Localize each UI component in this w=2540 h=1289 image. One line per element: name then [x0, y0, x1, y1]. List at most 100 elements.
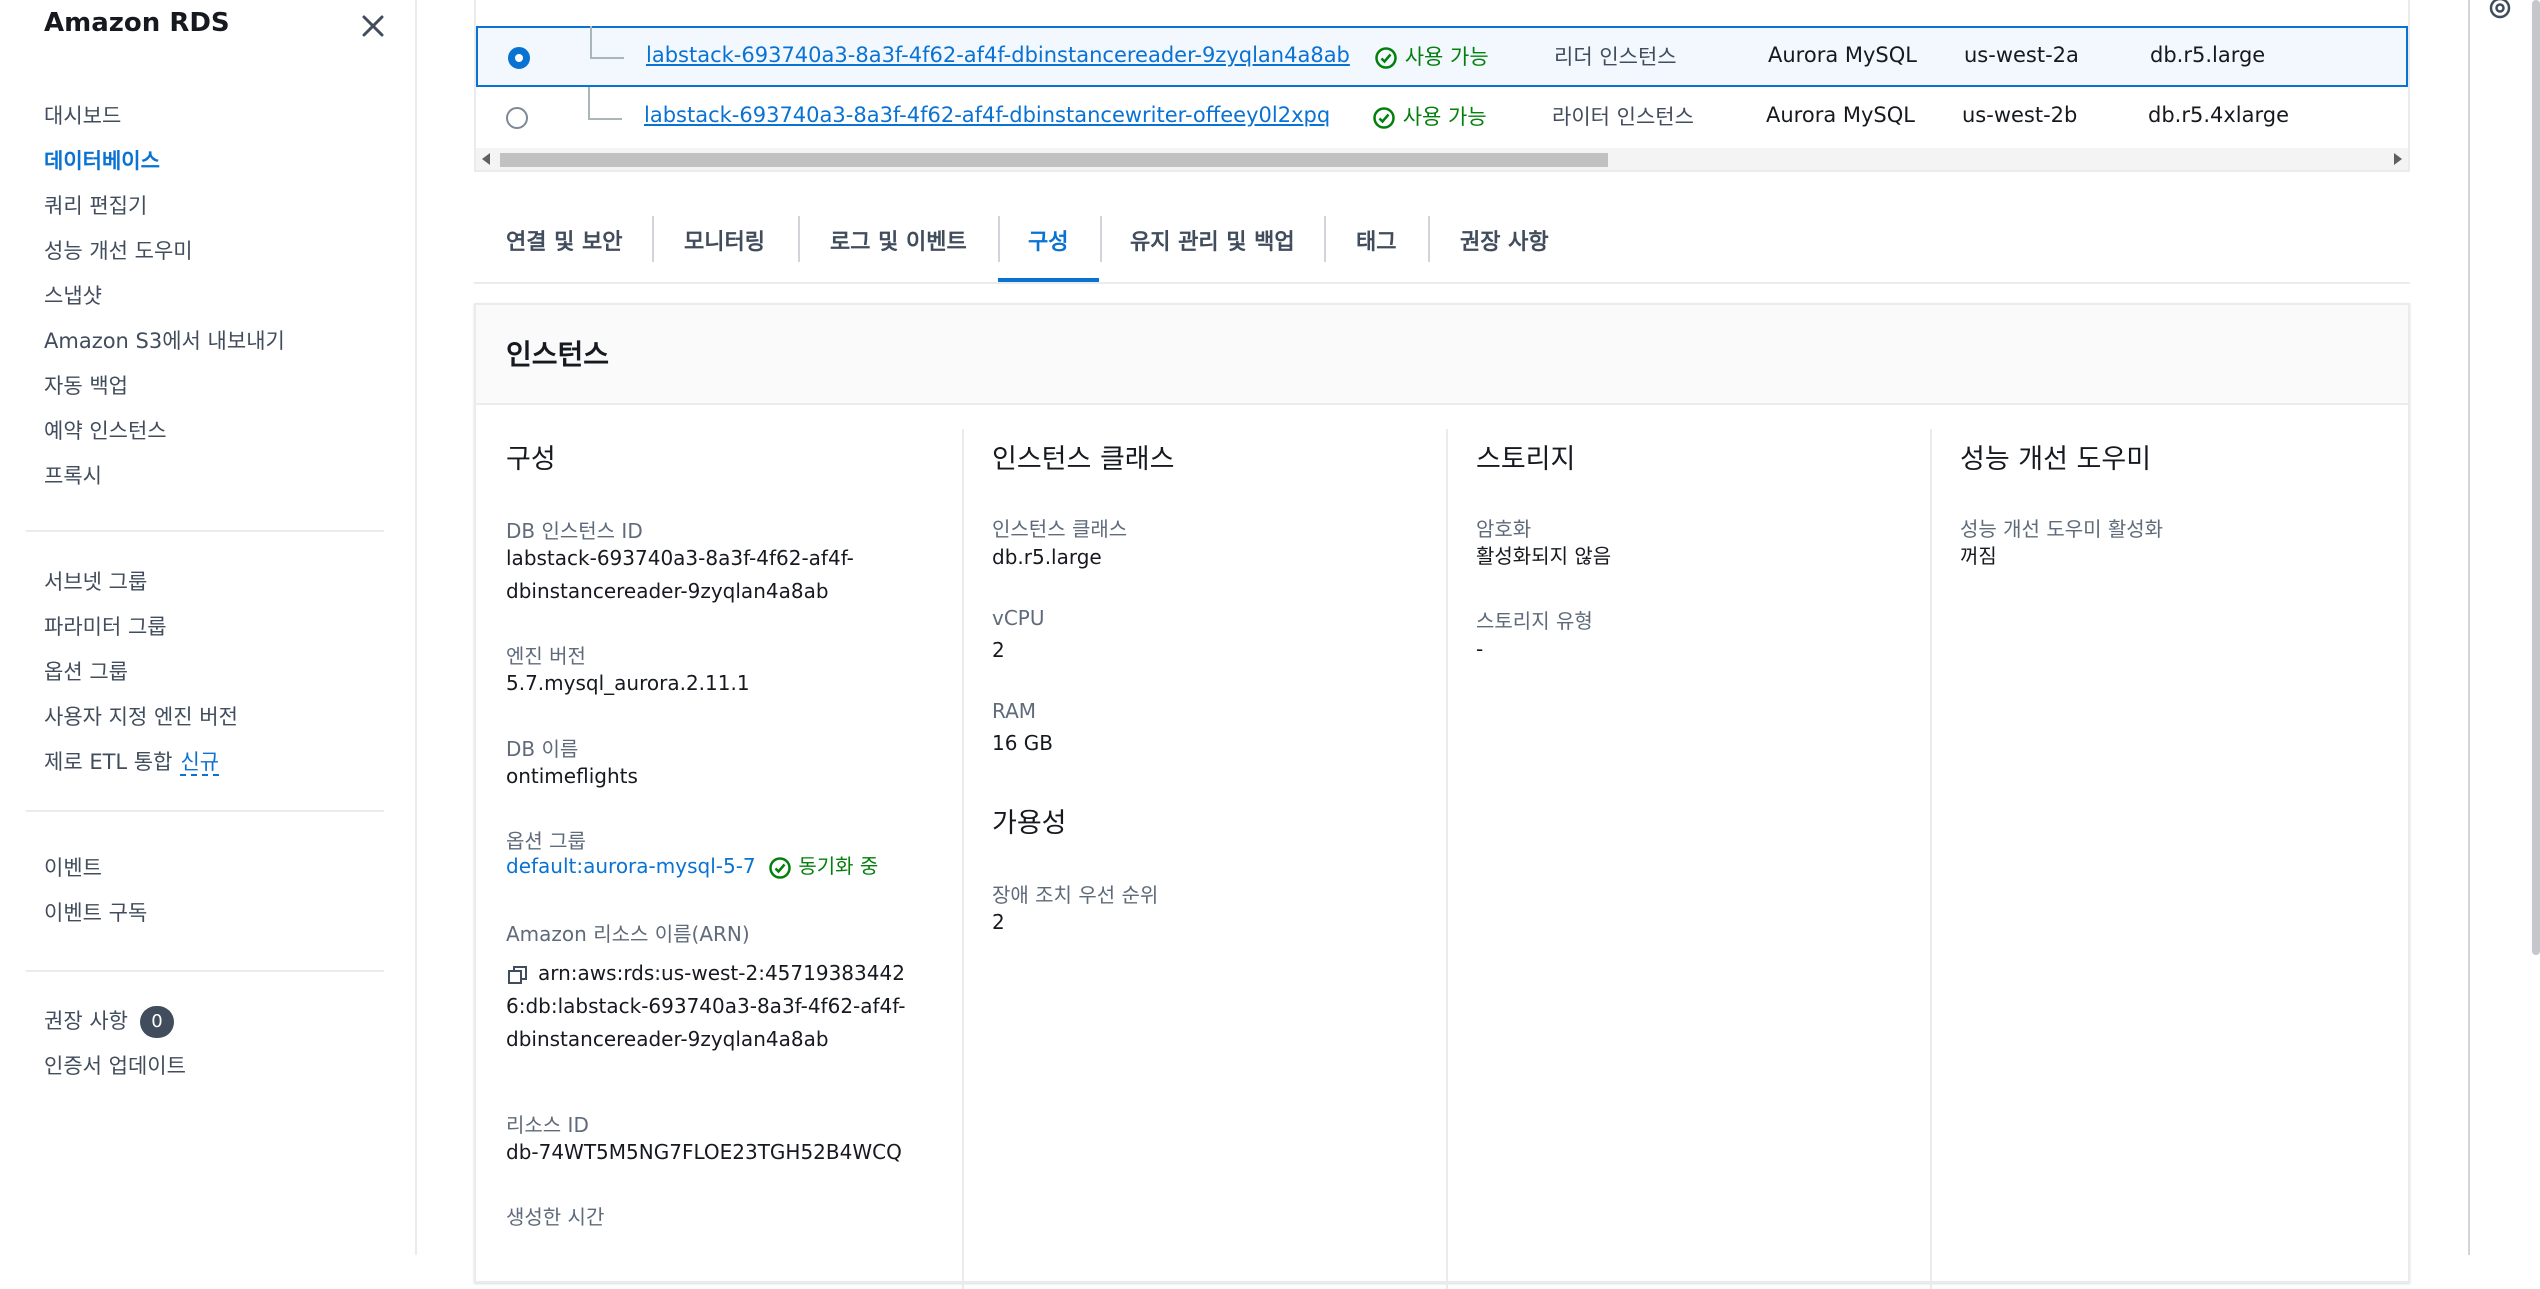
tab-logs-events[interactable]: 로그 및 이벤트 [830, 224, 967, 256]
ram-value: 16 GB [992, 731, 1054, 755]
nav-option-groups[interactable]: 옵션 그룹 [44, 650, 238, 695]
instance-panel: 인스턴스 구성 DB 인스턴스 ID labstack-693740a3-8a3… [474, 303, 2410, 1289]
arn-label: Amazon 리소스 이름(ARN) [506, 922, 750, 946]
side-navigation: Amazon RDS 대시보드 데이터베이스 쿼리 편집기 성능 개선 도우미 … [0, 0, 417, 1255]
performance-insights-title: 성능 개선 도우미 [1960, 444, 2152, 475]
status-text: 사용 가능 [1402, 105, 1487, 129]
tree-line [588, 118, 622, 120]
vcpu-label: vCPU [992, 606, 1045, 630]
role-cell: 라이터 인스턴스 [1552, 105, 1694, 129]
encryption-value: 활성화되지 않음 [1476, 544, 1612, 568]
table-horizontal-scrollbar[interactable] [476, 148, 2408, 170]
instance-class-value: db.r5.large [992, 545, 1102, 569]
nav-custom-engine-versions[interactable]: 사용자 지정 엔진 버전 [44, 695, 238, 740]
copy-icon[interactable] [506, 963, 530, 987]
nav-databases[interactable]: 데이터베이스 [44, 139, 285, 184]
nav-group-events: 이벤트 이벤트 구독 [44, 846, 147, 936]
option-group-status: 동기화 중 [798, 854, 879, 878]
table-row[interactable]: labstack-693740a3-8a3f-4f62-af4f-dbinsta… [476, 87, 2408, 148]
role-cell: 리더 인스턴스 [1554, 45, 1677, 69]
tab-separator [652, 216, 654, 262]
status-cell: 사용 가능 [1372, 101, 1487, 131]
config-title: 구성 [506, 444, 556, 475]
column-divider [962, 429, 964, 1289]
status-ok-icon [1375, 47, 1397, 69]
tab-separator [1324, 216, 1326, 262]
table-row[interactable]: labstack-693740a3-8a3f-4f62-af4f-dbinsta… [476, 26, 2408, 87]
status-text: 사용 가능 [1404, 45, 1489, 69]
nav-group-misc: 권장 사항 0 인증서 업데이트 [44, 999, 186, 1089]
scrollbar-thumb[interactable] [500, 153, 1608, 167]
tab-connectivity-security[interactable]: 연결 및 보안 [506, 224, 623, 256]
page-scrollbar-thumb[interactable] [2532, 0, 2540, 955]
nav-query-editor[interactable]: 쿼리 편집기 [44, 184, 285, 229]
recommendations-count-badge: 0 [139, 1006, 174, 1038]
nav-exports-s3[interactable]: Amazon S3에서 내보내기 [44, 319, 285, 364]
nav-zero-etl[interactable]: 제로 ETL 통합 신규 [44, 740, 238, 785]
tab-tags[interactable]: 태그 [1356, 224, 1396, 256]
row-select-radio[interactable] [508, 47, 530, 69]
nav-snapshots[interactable]: 스냅샷 [44, 274, 285, 319]
nav-events[interactable]: 이벤트 [44, 846, 147, 891]
arn-text: arn:aws:rds:us-west-2:457193834426:db:la… [506, 961, 906, 1051]
nav-subnet-groups[interactable]: 서브넷 그룹 [44, 560, 238, 605]
tab-recommendations[interactable]: 권장 사항 [1460, 224, 1549, 256]
storage-type-label: 스토리지 유형 [1476, 609, 1593, 633]
engine-cell: Aurora MySQL [1768, 43, 1917, 67]
instances-table: labstack-693740a3-8a3f-4f62-af4f-dbinsta… [474, 0, 2410, 172]
db-name-label: DB 이름 [506, 737, 579, 761]
settings-icon[interactable] [2485, 0, 2515, 26]
engine-cell: Aurora MySQL [1766, 103, 1915, 127]
new-badge: 신규 [180, 750, 220, 776]
resource-id-value: db-74WT5M5NG7FLOE23TGH52B4WCQ [506, 1140, 902, 1164]
nav-reserved-instances[interactable]: 예약 인스턴스 [44, 409, 285, 454]
region-cell: us-west-2a [1964, 43, 2079, 67]
vcpu-value: 2 [992, 638, 1005, 662]
db-instance-id-label: DB 인스턴스 ID [506, 519, 643, 543]
panel-title: 인스턴스 [506, 338, 610, 371]
nav-dashboard[interactable]: 대시보드 [44, 94, 285, 139]
service-title[interactable]: Amazon RDS [44, 8, 230, 38]
instance-link[interactable]: labstack-693740a3-8a3f-4f62-af4f-dbinsta… [644, 103, 1330, 127]
tab-separator [1100, 216, 1102, 262]
option-group-link[interactable]: default:aurora-mysql-5-7 [506, 854, 756, 878]
detail-tabs: 연결 및 보안 모니터링 로그 및 이벤트 구성 유지 관리 및 백업 태그 권… [474, 206, 2410, 284]
status-cell: 사용 가능 [1374, 41, 1489, 71]
availability-title: 가용성 [992, 808, 1067, 839]
nav-group-main: 대시보드 데이터베이스 쿼리 편집기 성능 개선 도우미 스냅샷 Amazon … [44, 94, 285, 499]
instance-class-title: 인스턴스 클래스 [992, 444, 1175, 475]
close-icon[interactable] [355, 8, 391, 44]
row-select-radio[interactable] [506, 107, 528, 129]
nav-recommendations[interactable]: 권장 사항 0 [44, 999, 186, 1044]
nav-automated-backups[interactable]: 자동 백업 [44, 364, 285, 409]
tab-maintenance-backups[interactable]: 유지 관리 및 백업 [1130, 224, 1295, 256]
storage-type-value: - [1476, 637, 1484, 661]
encryption-label: 암호화 [1476, 517, 1532, 541]
nav-recommendations-label: 권장 사항 [44, 1009, 128, 1033]
tab-separator [998, 216, 1000, 262]
nav-performance-insights[interactable]: 성능 개선 도우미 [44, 229, 285, 274]
nav-divider [26, 530, 384, 532]
tree-line [590, 26, 592, 57]
tab-separator [798, 216, 800, 262]
instance-class-label: 인스턴스 클래스 [992, 517, 1128, 541]
tab-configuration[interactable]: 구성 [1028, 224, 1068, 256]
performance-insights-enabled-label: 성능 개선 도우미 활성화 [1960, 517, 2164, 541]
status-ok-icon [1373, 107, 1395, 129]
nav-certificate-update[interactable]: 인증서 업데이트 [44, 1044, 186, 1089]
instance-link[interactable]: labstack-693740a3-8a3f-4f62-af4f-dbinsta… [646, 43, 1350, 67]
scroll-left-icon[interactable] [482, 153, 492, 165]
nav-divider [26, 970, 384, 972]
nav-proxies[interactable]: 프록시 [44, 454, 285, 499]
resource-id-label: 리소스 ID [506, 1113, 589, 1137]
nav-event-subscriptions[interactable]: 이벤트 구독 [44, 891, 147, 936]
tab-monitoring[interactable]: 모니터링 [684, 224, 765, 256]
content-edge [2468, 0, 2470, 1255]
created-time-label: 생성한 시간 [506, 1205, 605, 1229]
scroll-right-icon[interactable] [2392, 153, 2402, 165]
failover-priority-label: 장애 조치 우선 순위 [992, 883, 1159, 907]
size-cell: db.r5.4xlarge [2148, 103, 2290, 127]
failover-priority-value: 2 [992, 910, 1005, 934]
nav-parameter-groups[interactable]: 파라미터 그룹 [44, 605, 238, 650]
status-ok-icon [769, 856, 791, 879]
